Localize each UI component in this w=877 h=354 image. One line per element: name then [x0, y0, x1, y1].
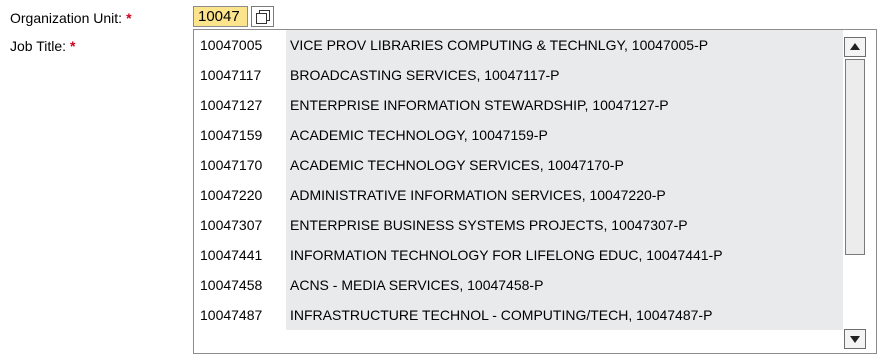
suggestion-key: 10047127: [200, 97, 263, 113]
suggestion-text: ACADEMIC TECHNOLOGY SERVICES, 10047170-P: [286, 150, 843, 180]
suggestion-key: 10047220: [200, 187, 263, 203]
org-unit-required-mark: *: [126, 10, 132, 26]
suggestion-item[interactable]: 10047170 ACADEMIC TECHNOLOGY SERVICES, 1…: [194, 150, 843, 180]
suggestion-key: 10047159: [200, 127, 263, 143]
suggestion-item[interactable]: 10047005 VICE PROV LIBRARIES COMPUTING &…: [194, 30, 843, 60]
suggestion-key: 10047458: [200, 277, 263, 293]
suggestion-item[interactable]: 10047127 ENTERPRISE INFORMATION STEWARDS…: [194, 90, 843, 120]
suggestion-key: 10047005: [200, 37, 263, 53]
suggestion-text: INFRASTRUCTURE TECHNOL - COMPUTING/TECH,…: [286, 300, 843, 330]
value-help-button[interactable]: [251, 6, 274, 27]
scroll-down-button[interactable]: [844, 329, 866, 349]
suggestion-text: ACADEMIC TECHNOLOGY, 10047159-P: [286, 120, 843, 150]
suggestion-item[interactable]: 10047307 ENTERPRISE BUSINESS SYSTEMS PRO…: [194, 210, 843, 240]
job-title-label: Job Title:: [10, 38, 67, 54]
suggestion-key: 10047441: [200, 247, 263, 263]
suggestion-item[interactable]: 10047441 INFORMATION TECHNOLOGY FOR LIFE…: [194, 240, 843, 270]
org-unit-input[interactable]: [193, 6, 248, 27]
suggestion-text: ACNS - MEDIA SERVICES, 10047458-P: [286, 270, 843, 300]
suggestion-text: INFORMATION TECHNOLOGY FOR LIFELONG EDUC…: [286, 240, 843, 270]
suggestion-key: 10047307: [200, 217, 263, 233]
org-unit-suggestion-list[interactable]: 10047005 VICE PROV LIBRARIES COMPUTING &…: [193, 29, 877, 354]
suggestion-item[interactable]: 10047117 BROADCASTING SERVICES, 10047117…: [194, 60, 843, 90]
chevron-down-icon: [850, 336, 860, 343]
suggestion-text: ENTERPRISE BUSINESS SYSTEMS PROJECTS, 10…: [286, 210, 843, 240]
suggestion-items: 10047005 VICE PROV LIBRARIES COMPUTING &…: [194, 30, 843, 330]
suggestion-key: 10047117: [200, 67, 262, 83]
suggestion-key: 10047487: [200, 307, 263, 323]
org-unit-label: Organization Unit:: [10, 10, 123, 26]
job-title-label-row: Job Title: *: [10, 38, 75, 54]
scroll-up-button[interactable]: [844, 37, 866, 57]
suggestion-key: 10047170: [200, 157, 263, 173]
suggestion-text: VICE PROV LIBRARIES COMPUTING & TECHNLGY…: [286, 30, 843, 60]
org-unit-label-row: Organization Unit: *: [10, 10, 132, 26]
vertical-scrollbar[interactable]: [844, 37, 868, 349]
suggestion-text: BROADCASTING SERVICES, 10047117-P: [286, 60, 843, 90]
suggestion-text: ENTERPRISE INFORMATION STEWARDSHIP, 1004…: [286, 90, 843, 120]
suggestion-item[interactable]: 10047487 INFRASTRUCTURE TECHNOL - COMPUT…: [194, 300, 843, 330]
suggestion-text: ADMINISTRATIVE INFORMATION SERVICES, 100…: [286, 180, 843, 210]
job-title-required-mark: *: [70, 38, 76, 54]
suggestion-item[interactable]: 10047159 ACADEMIC TECHNOLOGY, 10047159-P: [194, 120, 843, 150]
value-help-icon-front: [256, 13, 267, 24]
chevron-up-icon: [850, 43, 860, 50]
suggestion-item[interactable]: 10047458 ACNS - MEDIA SERVICES, 10047458…: [194, 270, 843, 300]
scroll-thumb[interactable]: [845, 59, 865, 255]
suggestion-item[interactable]: 10047220 ADMINISTRATIVE INFORMATION SERV…: [194, 180, 843, 210]
